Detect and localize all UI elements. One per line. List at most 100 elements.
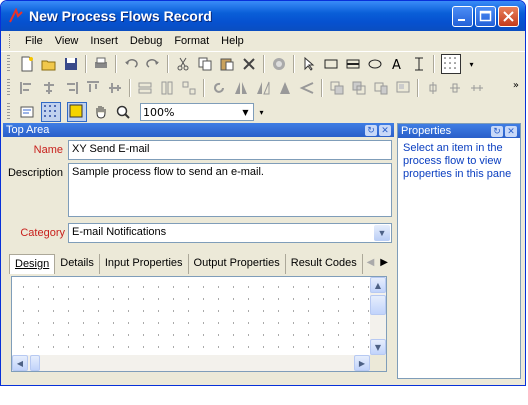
grid-dropdown-icon[interactable]: ▾ <box>464 56 479 72</box>
description-textarea[interactable]: Sample process flow to send an e-mail. <box>68 163 392 217</box>
toolbar-grip[interactable] <box>7 79 10 97</box>
scroll-corner <box>370 355 386 371</box>
copy-icon[interactable] <box>197 56 213 72</box>
align-right-icon[interactable] <box>63 80 79 96</box>
grid-view-icon[interactable] <box>41 102 61 122</box>
category-label: Category <box>20 227 65 239</box>
group-icon[interactable] <box>373 80 389 96</box>
horizontal-scroll-thumb[interactable] <box>30 355 40 371</box>
minimize-button[interactable] <box>452 5 473 27</box>
grid-toggle-icon[interactable] <box>441 54 461 74</box>
vertical-scroll-thumb[interactable] <box>370 295 386 315</box>
record-icon[interactable] <box>271 56 287 72</box>
refresh-icon[interactable]: ↻ <box>365 124 377 136</box>
align-top-icon[interactable] <box>85 80 101 96</box>
same-size-icon[interactable] <box>181 80 197 96</box>
panel-close-icon[interactable]: ✕ <box>379 124 391 136</box>
zoom-combobox[interactable]: 100% ▼ <box>140 103 254 121</box>
mirror-icon[interactable] <box>277 80 293 96</box>
ellipse-icon[interactable] <box>367 56 383 72</box>
close-button[interactable] <box>498 5 519 27</box>
scroll-left-icon[interactable]: ◀ <box>12 355 28 371</box>
tab-details[interactable]: Details <box>55 254 100 274</box>
scroll-up-icon[interactable]: ▲ <box>370 277 386 293</box>
rotate-icon[interactable] <box>211 80 227 96</box>
menu-debug[interactable]: Debug <box>124 35 168 47</box>
svg-text:A: A <box>392 58 401 72</box>
paste-icon[interactable] <box>219 56 235 72</box>
undo-icon[interactable] <box>123 56 139 72</box>
refresh-icon[interactable]: ↻ <box>491 125 503 137</box>
tab-strip: Design Details Input Properties Output P… <box>9 254 363 274</box>
save-icon[interactable] <box>63 56 79 72</box>
flip-vertical-icon[interactable] <box>255 80 271 96</box>
align-middle-icon[interactable] <box>107 80 123 96</box>
space-equal-icon[interactable] <box>469 80 485 96</box>
menu-view[interactable]: View <box>49 35 85 47</box>
same-height-icon[interactable] <box>159 80 175 96</box>
pan-hand-icon[interactable] <box>93 104 109 120</box>
description-label: Description <box>7 167 63 179</box>
design-canvas[interactable]: ▲ ▼ ◀ ▶ <box>11 276 387 372</box>
ungroup-icon[interactable] <box>395 80 411 96</box>
menu-bar: File View Insert Debug Format Help <box>1 31 525 52</box>
properties-window-icon[interactable] <box>19 104 35 120</box>
menu-file[interactable]: File <box>19 35 49 47</box>
bring-front-icon[interactable] <box>329 80 345 96</box>
tab-output-properties[interactable]: Output Properties <box>189 254 286 274</box>
toolbar-overflow-icon[interactable]: » <box>513 80 519 91</box>
flip-horizontal-icon[interactable] <box>233 80 249 96</box>
tab-scroll-right-icon[interactable]: ▶ <box>380 257 388 268</box>
text-icon[interactable]: A <box>389 56 405 73</box>
maximize-button[interactable] <box>475 5 496 27</box>
vertical-scrollbar[interactable]: ▲ ▼ <box>370 277 386 355</box>
snap-to-grid-icon[interactable] <box>67 102 87 122</box>
text-frame-icon[interactable] <box>411 56 427 72</box>
same-width-icon[interactable] <box>137 80 153 96</box>
properties-panel: Properties ↻ ✕ Select an item in the pro… <box>397 123 521 379</box>
properties-hint: Select an item in the process flow to vi… <box>403 142 512 180</box>
process-box-icon[interactable] <box>345 56 361 72</box>
rectangle-icon[interactable] <box>323 56 339 72</box>
tab-result-codes[interactable]: Result Codes <box>286 254 363 274</box>
category-select[interactable]: E-mail Notifications ▼ <box>68 223 392 243</box>
toolbar-grip[interactable] <box>7 55 10 73</box>
tab-scroll-left-icon[interactable]: ◀ <box>367 257 375 268</box>
chevron-down-icon[interactable]: ▼ <box>238 104 253 120</box>
connector-icon[interactable] <box>299 80 315 96</box>
open-icon[interactable] <box>41 56 57 72</box>
menu-grip[interactable] <box>9 34 13 48</box>
zoom-value: 100% <box>143 105 175 119</box>
space-horizontal-icon[interactable] <box>425 80 441 96</box>
scroll-down-icon[interactable]: ▼ <box>370 339 386 355</box>
panel-close-icon[interactable]: ✕ <box>505 125 517 137</box>
print-icon[interactable] <box>93 56 109 72</box>
pointer-icon[interactable] <box>301 56 317 72</box>
menu-format[interactable]: Format <box>168 35 215 47</box>
app-logo-icon <box>8 7 24 24</box>
redo-icon[interactable] <box>145 56 161 72</box>
name-input[interactable]: XY Send E-mail <box>68 140 392 160</box>
tab-input-properties[interactable]: Input Properties <box>100 254 189 274</box>
horizontal-scrollbar[interactable]: ◀ ▶ <box>12 355 370 371</box>
new-icon[interactable] <box>19 56 35 72</box>
zoom-icon[interactable] <box>115 104 131 120</box>
delete-icon[interactable] <box>241 56 257 72</box>
menu-insert[interactable]: Insert <box>84 35 124 47</box>
align-left-icon[interactable] <box>19 80 35 96</box>
space-vertical-icon[interactable] <box>447 80 463 96</box>
align-center-icon[interactable] <box>41 80 57 96</box>
title-bar[interactable]: New Process Flows Record <box>1 1 525 31</box>
toolbar-grip[interactable] <box>7 103 10 121</box>
send-back-icon[interactable] <box>351 80 367 96</box>
properties-header: Properties ↻ ✕ <box>398 124 520 138</box>
scroll-right-icon[interactable]: ▶ <box>354 355 370 371</box>
toolbar-options-icon[interactable]: ▾ <box>254 104 269 120</box>
menu-help[interactable]: Help <box>215 35 250 47</box>
category-value: E-mail Notifications <box>72 226 167 238</box>
properties-title: Properties <box>401 125 452 137</box>
tab-design[interactable]: Design <box>9 254 56 274</box>
top-area-title: Top Area <box>6 124 50 136</box>
cut-icon[interactable] <box>175 56 191 72</box>
chevron-down-icon[interactable]: ▼ <box>374 225 390 241</box>
